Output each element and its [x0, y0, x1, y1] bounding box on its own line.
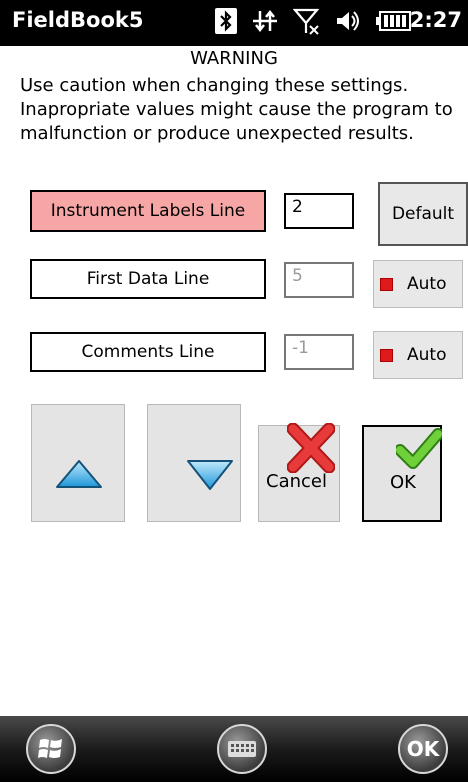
- no-signal-icon[interactable]: [292, 7, 321, 39]
- default-button[interactable]: Default: [378, 182, 468, 246]
- comments-line-label: Comments Line: [30, 332, 266, 372]
- bluetooth-icon[interactable]: [215, 8, 237, 38]
- checkbox-checked-icon: [380, 348, 393, 362]
- clock: 2:27: [409, 8, 462, 32]
- checkbox-checked-icon: [380, 277, 393, 291]
- windows-start-button[interactable]: [26, 724, 76, 774]
- auto-label: Auto: [407, 345, 447, 365]
- first-data-line-input[interactable]: 5: [284, 262, 354, 298]
- battery-icon[interactable]: [375, 10, 411, 36]
- checkmark-icon: [396, 428, 442, 469]
- windows-start-icon: [38, 739, 62, 758]
- move-up-button[interactable]: [31, 404, 125, 522]
- cancel-button[interactable]: Cancel: [258, 423, 340, 522]
- taskbar: OK: [0, 716, 468, 782]
- cancel-x-icon: [287, 423, 335, 473]
- volume-icon[interactable]: [335, 8, 361, 38]
- comments-line-input[interactable]: -1: [284, 334, 354, 370]
- first-data-auto-checkbox[interactable]: Auto: [373, 260, 463, 308]
- app-title: FieldBook5: [12, 8, 144, 32]
- warning-title: WARNING: [190, 48, 278, 69]
- taskbar-ok-button[interactable]: OK: [398, 724, 448, 774]
- data-sync-icon[interactable]: [251, 8, 279, 38]
- ok-label: OK: [390, 472, 416, 493]
- instrument-labels-line-label[interactable]: Instrument Labels Line: [30, 190, 266, 232]
- first-data-line-label: First Data Line: [30, 259, 266, 299]
- move-down-button[interactable]: [147, 404, 241, 522]
- comments-auto-checkbox[interactable]: Auto: [373, 331, 463, 379]
- cancel-label: Cancel: [266, 471, 327, 492]
- keyboard-button[interactable]: [217, 724, 267, 774]
- down-arrow-icon: [187, 460, 233, 490]
- ok-button[interactable]: OK: [362, 425, 442, 522]
- keyboard-icon: [228, 741, 256, 757]
- up-arrow-icon: [56, 460, 102, 488]
- auto-label: Auto: [407, 274, 447, 294]
- status-bar: FieldBook5 2:27: [0, 0, 468, 46]
- instrument-labels-line-input[interactable]: 2: [284, 193, 354, 229]
- warning-text: Use caution when changing these settings…: [20, 75, 453, 144]
- status-icons: [215, 8, 411, 38]
